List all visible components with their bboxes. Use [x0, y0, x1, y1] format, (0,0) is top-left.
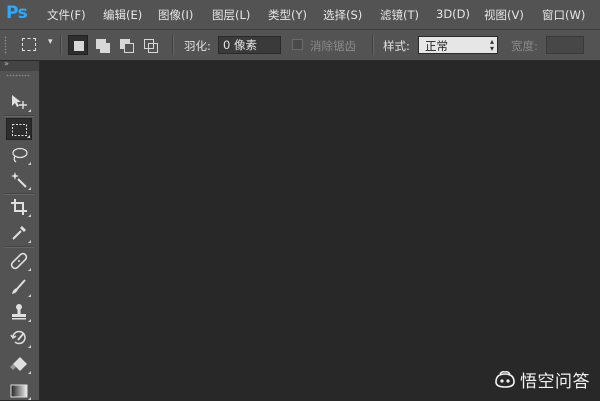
width-label: 宽度:: [511, 39, 538, 53]
toolbox-header: »: [0, 59, 39, 71]
feather-input[interactable]: [218, 36, 281, 54]
intersect-selection-button[interactable]: [140, 35, 160, 55]
menu-filter[interactable]: 滤镜(T): [380, 7, 419, 23]
eyedropper-icon: [12, 226, 26, 240]
style-select-value: 正常: [425, 39, 448, 53]
move-tool[interactable]: [6, 91, 32, 113]
feather-label: 羽化:: [184, 39, 211, 53]
bandage-icon: [10, 252, 28, 270]
crop-tool[interactable]: [6, 196, 32, 218]
menu-window[interactable]: 窗口(W): [542, 7, 585, 23]
style-select[interactable]: 正常 ▴ ▾: [418, 36, 498, 54]
stepper-arrows-icon: ▴ ▾: [489, 37, 494, 53]
collapse-toolbox-icon[interactable]: »: [4, 59, 9, 68]
clone-stamp-tool[interactable]: [6, 301, 32, 323]
wukong-logo-icon: [495, 370, 515, 388]
menu-view[interactable]: 视图(V): [484, 7, 524, 23]
menu-select[interactable]: 选择(S): [323, 7, 362, 23]
healing-brush-tool[interactable]: [6, 250, 32, 272]
add-to-selection-button[interactable]: [92, 35, 112, 55]
eraser-tool[interactable]: [6, 353, 32, 375]
app-logo[interactable]: Ps: [6, 3, 28, 23]
style-label: 样式:: [383, 39, 410, 53]
new-selection-icon: [74, 41, 84, 51]
lasso-tool[interactable]: [6, 144, 32, 166]
toolbox-grip[interactable]: [6, 74, 30, 77]
lasso-icon: [12, 147, 28, 163]
options-bar-grip[interactable]: [4, 36, 7, 54]
move-icon: [12, 95, 27, 109]
magic-wand-icon: [11, 172, 27, 188]
eyedropper-tool[interactable]: [6, 222, 32, 244]
subtract-from-selection-button[interactable]: [116, 35, 136, 55]
brush-tool[interactable]: [6, 276, 32, 298]
menu-image[interactable]: 图像(I): [158, 7, 193, 23]
menu-layer[interactable]: 图层(L): [212, 7, 250, 23]
gradient-icon: [10, 384, 28, 398]
menu-bar: Ps 文件(F) 编辑(E) 图像(I) 图层(L) 类型(Y) 选择(S) 滤…: [0, 0, 600, 30]
watermark: 悟空问答: [494, 367, 590, 392]
magic-wand-tool[interactable]: [6, 169, 32, 191]
divider: [372, 35, 373, 55]
gradient-tool[interactable]: [6, 379, 32, 401]
crop-icon: [11, 199, 27, 215]
document-workspace[interactable]: [40, 61, 600, 400]
tool-preset-dropdown-icon[interactable]: ▾: [48, 37, 53, 47]
antialias-checkbox[interactable]: [292, 39, 303, 50]
history-brush-tool[interactable]: [6, 327, 32, 349]
menu-3d[interactable]: 3D(D): [436, 7, 470, 21]
new-selection-button[interactable]: [68, 35, 88, 55]
tool-preset-icon[interactable]: [22, 38, 36, 51]
menu-file[interactable]: 文件(F): [47, 7, 86, 23]
toolbox: »: [0, 59, 40, 401]
divider: [172, 35, 173, 55]
width-input[interactable]: [546, 36, 584, 54]
stamp-icon: [12, 304, 26, 320]
menu-type[interactable]: 类型(Y): [268, 7, 307, 23]
history-brush-icon: [10, 330, 26, 345]
rectangular-marquee-tool[interactable]: [6, 118, 32, 140]
brush-icon: [12, 279, 26, 294]
watermark-text: 悟空问答: [520, 372, 590, 392]
divider: [60, 35, 61, 55]
antialias-label: 消除锯齿: [310, 39, 356, 53]
eraser-icon: [10, 357, 27, 371]
options-bar: ▾ 羽化: 消除锯齿 样式: 正常 ▴▾ 宽度:: [0, 30, 600, 61]
menu-edit[interactable]: 编辑(E): [103, 7, 142, 23]
